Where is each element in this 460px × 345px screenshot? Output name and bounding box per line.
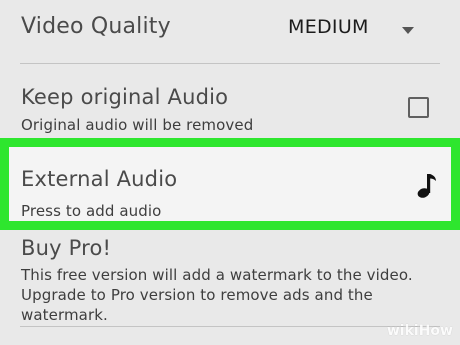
buy-pro-description-line: This free version will add a watermark t… [21, 266, 413, 284]
external-audio-subtitle: Press to add audio [21, 202, 162, 220]
keep-original-audio-title: Keep original Audio [21, 85, 229, 109]
external-audio-title: External Audio [21, 167, 178, 191]
external-audio-setting[interactable]: External Audio Press to add audio [0, 138, 460, 230]
keep-original-audio-checkbox[interactable] [408, 97, 429, 118]
buy-pro-description-line: Upgrade to Pro version to remove ads and… [21, 286, 373, 304]
keep-original-audio-setting[interactable]: Keep original Audio Original audio will … [0, 64, 460, 139]
video-quality-select[interactable]: MEDIUM [288, 16, 369, 38]
video-quality-label: Video Quality [21, 14, 171, 39]
buy-pro-description: This free version will add a watermark t… [21, 265, 451, 325]
keep-original-audio-subtitle: Original audio will be removed [21, 116, 254, 134]
dropdown-caret-icon[interactable] [402, 27, 414, 34]
buy-pro-description-line: watermark. [21, 306, 108, 324]
music-note-icon[interactable] [409, 171, 439, 201]
video-quality-setting[interactable]: Video Quality MEDIUM [0, 0, 460, 63]
buy-pro-title: Buy Pro! [21, 236, 112, 260]
watermark-logo: wikiHow [386, 323, 453, 339]
divider [20, 326, 440, 327]
